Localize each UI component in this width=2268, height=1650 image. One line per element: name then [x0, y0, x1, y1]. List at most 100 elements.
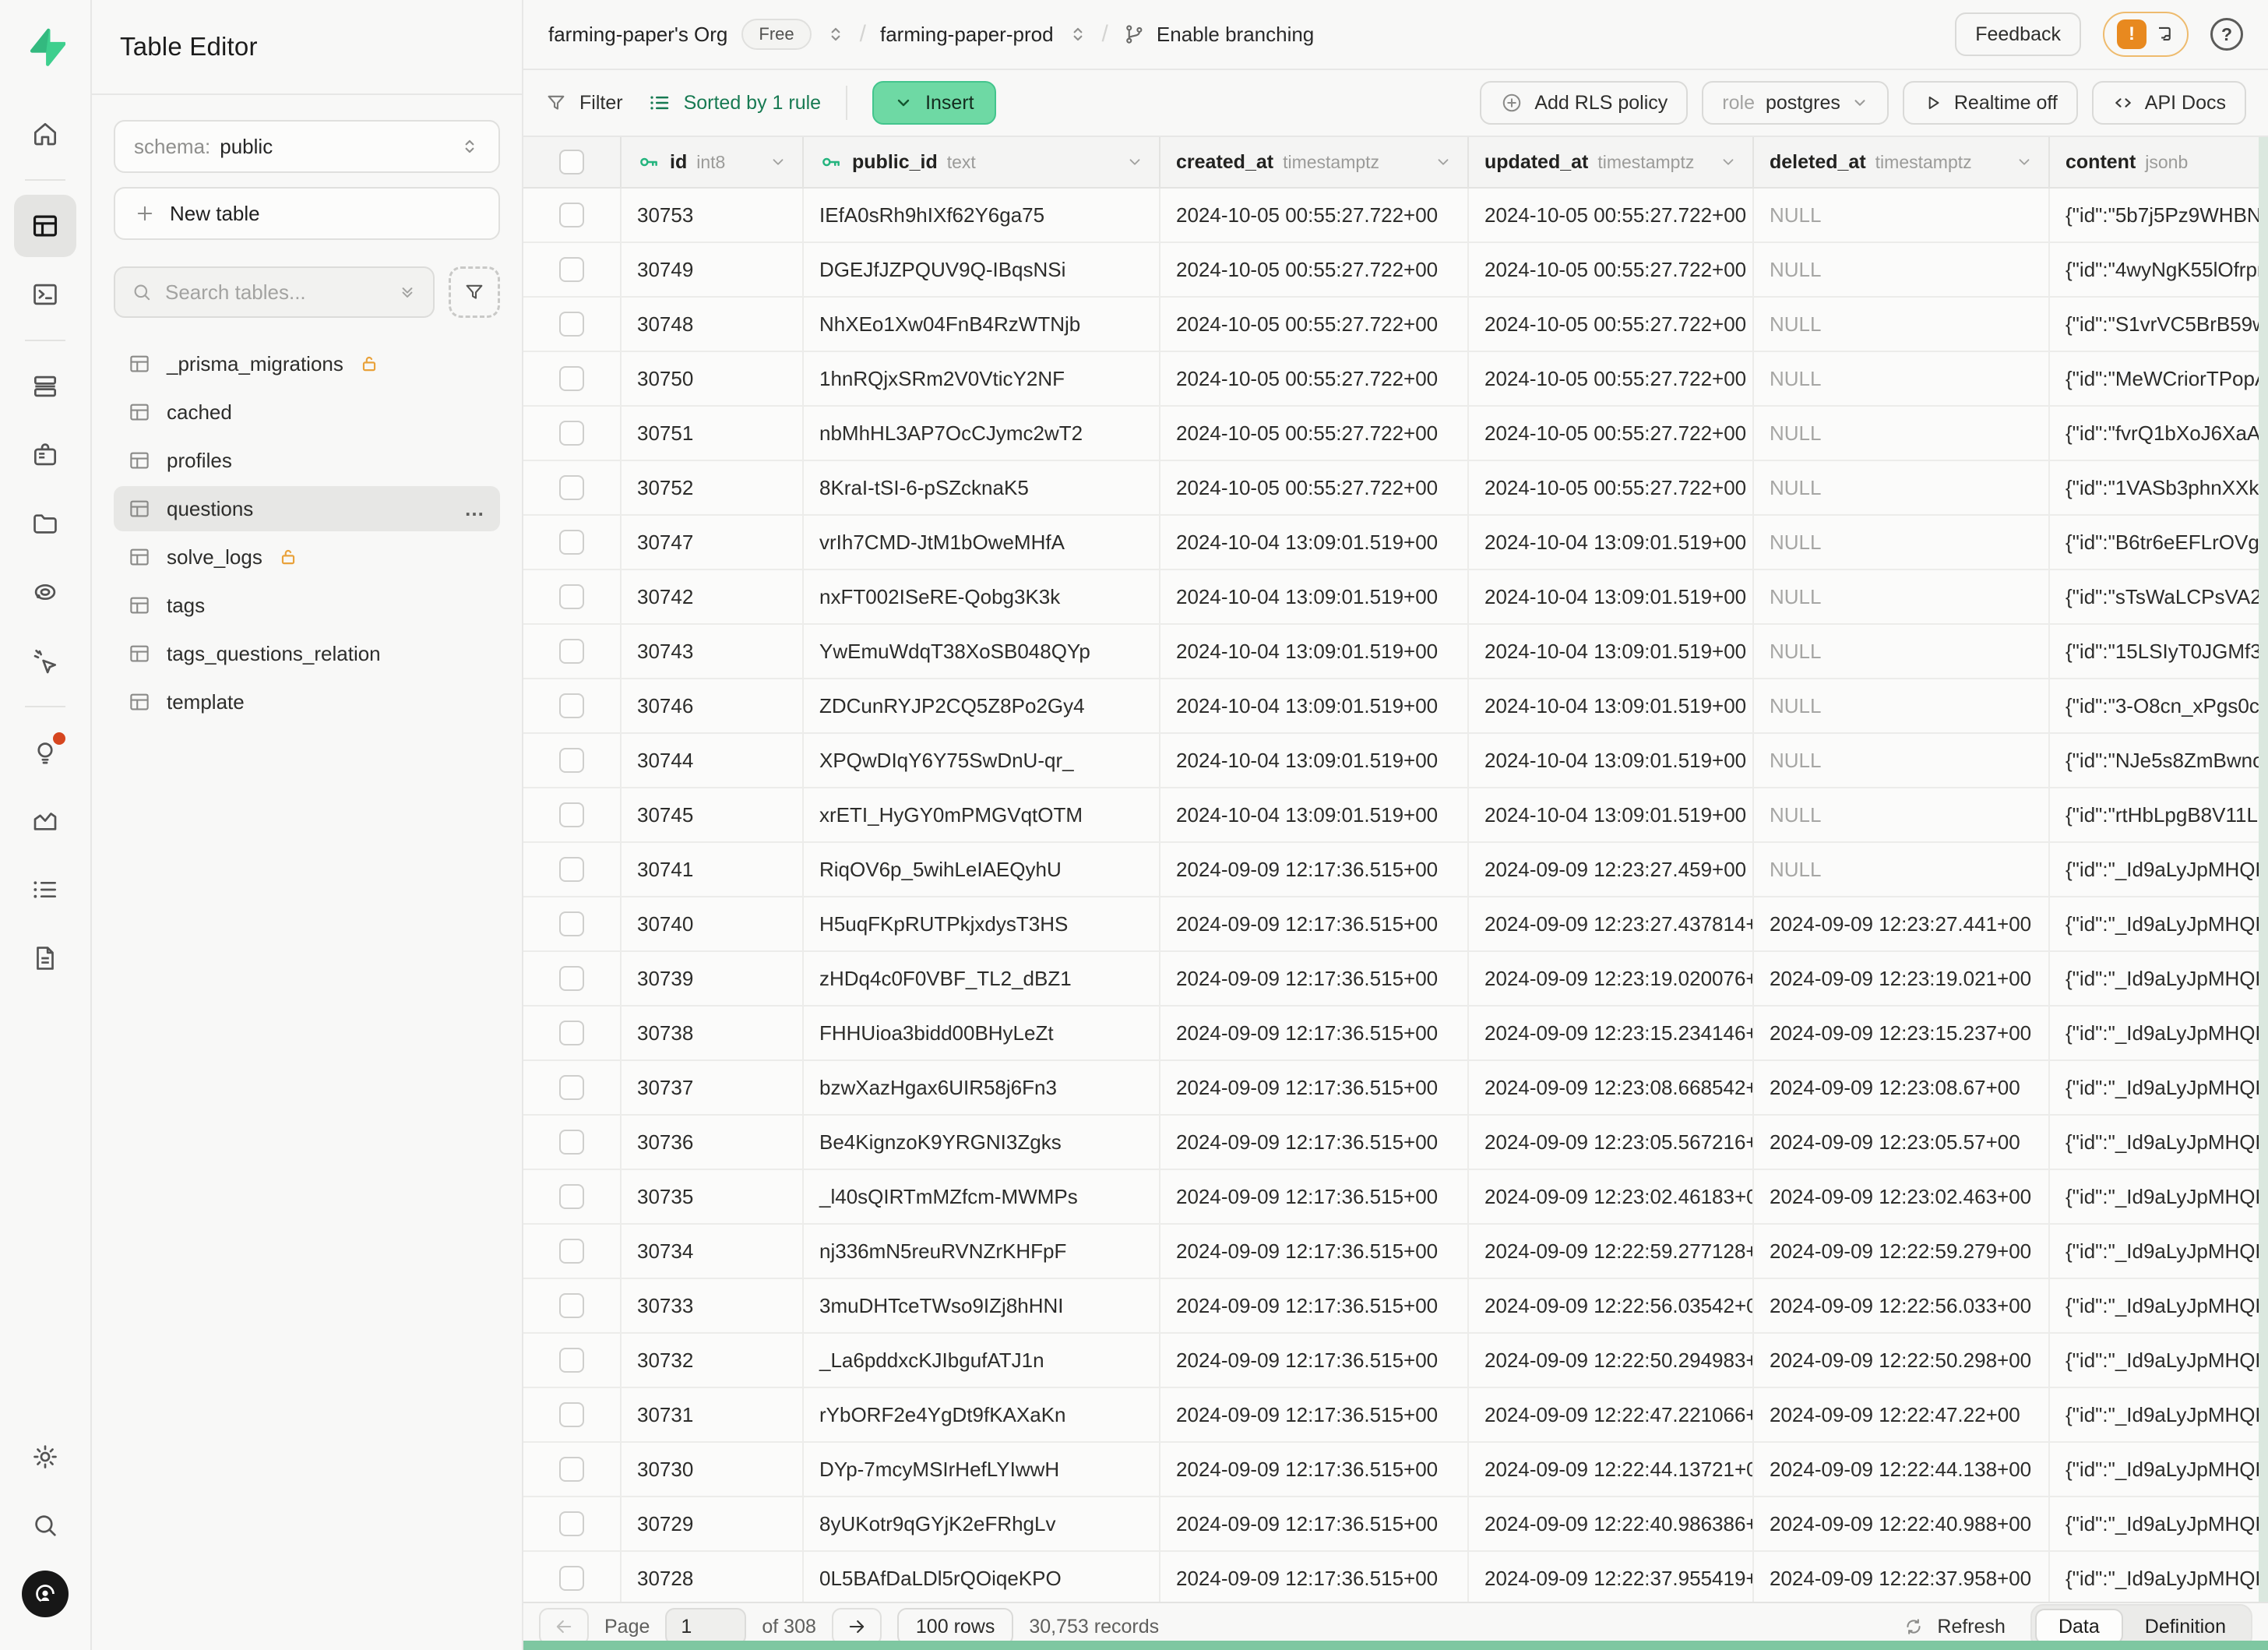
enable-branching-button[interactable]: Enable branching: [1122, 23, 1314, 47]
sidebar-table-item[interactable]: profiles: [114, 438, 500, 483]
cell-id[interactable]: 30752: [622, 461, 804, 514]
cell-content[interactable]: {"id":"_Id9aLyJpMHQLaiQC: [2050, 1552, 2268, 1602]
cell-content[interactable]: {"id":"4wyNgK55lOfrpmYZo: [2050, 243, 2268, 296]
cell-content[interactable]: {"id":"15LSIyT0JGMf3Kl4Vn: [2050, 625, 2268, 678]
cell-id[interactable]: 30735: [622, 1170, 804, 1223]
row-select-cell[interactable]: [523, 1061, 622, 1114]
cell-content[interactable]: {"id":"S1vrVC5BrB59wqcM4: [2050, 298, 2268, 351]
row-checkbox[interactable]: [559, 1130, 584, 1155]
cell-updated-at[interactable]: 2024-09-09 12:23:27.459+00: [1469, 843, 1754, 896]
cell-content[interactable]: {"id":"_Id9aLyJpMHQLaiQC: [2050, 1497, 2268, 1550]
chevron-up-down-icon[interactable]: [826, 24, 846, 44]
cell-updated-at[interactable]: 2024-09-09 12:22:59.277128+00: [1469, 1225, 1754, 1278]
cell-created-at[interactable]: 2024-10-04 13:09:01.519+00: [1160, 788, 1469, 841]
sidebar-table-item[interactable]: questions…: [114, 486, 500, 531]
table-options-icon[interactable]: …: [464, 497, 486, 521]
cell-id[interactable]: 30744: [622, 734, 804, 787]
row-checkbox[interactable]: [559, 748, 584, 773]
cell-updated-at[interactable]: 2024-10-04 13:09:01.519+00: [1469, 516, 1754, 569]
cell-deleted-at[interactable]: 2024-09-09 12:22:50.298+00: [1754, 1334, 2050, 1387]
cell-created-at[interactable]: 2024-10-05 00:55:27.722+00: [1160, 461, 1469, 514]
row-checkbox[interactable]: [559, 1348, 584, 1373]
cell-deleted-at[interactable]: NULL: [1754, 843, 2050, 896]
row-checkbox[interactable]: [559, 1293, 584, 1318]
row-select-cell[interactable]: [523, 1388, 622, 1441]
cell-id[interactable]: 30740: [622, 897, 804, 950]
cell-content[interactable]: {"id":"sTsWaLCPsVA2WuK2: [2050, 570, 2268, 623]
cell-content[interactable]: {"id":"B6tr6eEFLrOVgeUmH: [2050, 516, 2268, 569]
cell-updated-at[interactable]: 2024-10-04 13:09:01.519+00: [1469, 679, 1754, 732]
cell-content[interactable]: {"id":"NJe5s8ZmBwnoB6e3s: [2050, 734, 2268, 787]
cell-updated-at[interactable]: 2024-10-05 00:55:27.722+00: [1469, 407, 1754, 460]
cell-id[interactable]: 30739: [622, 952, 804, 1005]
cell-created-at[interactable]: 2024-09-09 12:17:36.515+00: [1160, 1552, 1469, 1602]
row-select-cell[interactable]: [523, 1443, 622, 1496]
cell-content[interactable]: {"id":"_Id9aLyJpMHQLaiQC: [2050, 1061, 2268, 1114]
cell-updated-at[interactable]: 2024-10-04 13:09:01.519+00: [1469, 788, 1754, 841]
schema-select[interactable]: schema: public: [114, 120, 500, 173]
vertical-scrollbar[interactable]: [2259, 137, 2268, 1602]
row-select-cell[interactable]: [523, 788, 622, 841]
cell-public-id[interactable]: bzwXazHgax6UIR58j6Fn3: [804, 1061, 1160, 1114]
cell-id[interactable]: 30730: [622, 1443, 804, 1496]
cell-id[interactable]: 30741: [622, 843, 804, 896]
row-checkbox[interactable]: [559, 1239, 584, 1264]
column-header-id[interactable]: idint8: [622, 137, 804, 187]
cell-public-id[interactable]: RiqOV6p_5wihLeIAEQyhU: [804, 843, 1160, 896]
refresh-button[interactable]: Refresh: [1903, 1616, 2006, 1638]
cell-created-at[interactable]: 2024-10-04 13:09:01.519+00: [1160, 679, 1469, 732]
cell-deleted-at[interactable]: 2024-09-09 12:23:15.237+00: [1754, 1007, 2050, 1059]
cell-deleted-at[interactable]: 2024-09-09 12:23:27.441+00: [1754, 897, 2050, 950]
cell-public-id[interactable]: IEfA0sRh9hIXf62Y6ga75: [804, 189, 1160, 242]
cell-public-id[interactable]: vrIh7CMD-JtM1bOweMHfA: [804, 516, 1160, 569]
row-select-cell[interactable]: [523, 570, 622, 623]
row-select-cell[interactable]: [523, 679, 622, 732]
next-page-button[interactable]: [832, 1608, 882, 1645]
cell-public-id[interactable]: NhXEo1Xw04FnB4RzWTNjb: [804, 298, 1160, 351]
cell-deleted-at[interactable]: NULL: [1754, 788, 2050, 841]
cell-created-at[interactable]: 2024-09-09 12:17:36.515+00: [1160, 1170, 1469, 1223]
row-checkbox[interactable]: [559, 584, 584, 609]
cell-deleted-at[interactable]: NULL: [1754, 516, 2050, 569]
reports-icon[interactable]: [14, 790, 76, 852]
row-select-cell[interactable]: [523, 843, 622, 896]
cell-content[interactable]: {"id":"_Id9aLyJpMHQLaiQC: [2050, 843, 2268, 896]
cell-id[interactable]: 30734: [622, 1225, 804, 1278]
cell-public-id[interactable]: _La6pddxcKJIbgufATJ1n: [804, 1334, 1160, 1387]
cell-id[interactable]: 30742: [622, 570, 804, 623]
cell-content[interactable]: {"id":"_Id9aLyJpMHQLaiQC: [2050, 1116, 2268, 1169]
cell-updated-at[interactable]: 2024-10-04 13:09:01.519+00: [1469, 625, 1754, 678]
row-checkbox[interactable]: [559, 203, 584, 227]
cell-public-id[interactable]: rYbORF2e4YgDt9fKAXaKn: [804, 1388, 1160, 1441]
breadcrumb-project[interactable]: farming-paper-prod: [880, 23, 1054, 47]
cell-public-id[interactable]: 8KraI-tSI-6-pSZcknaK5: [804, 461, 1160, 514]
row-select-cell[interactable]: [523, 407, 622, 460]
cell-public-id[interactable]: DYp-7mcyMSIrHefLYIwwH: [804, 1443, 1160, 1496]
cell-id[interactable]: 30745: [622, 788, 804, 841]
sidebar-table-item[interactable]: tags_questions_relation: [114, 631, 500, 676]
cell-updated-at[interactable]: 2024-09-09 12:23:02.46183+00: [1469, 1170, 1754, 1223]
row-checkbox[interactable]: [559, 966, 584, 991]
row-checkbox[interactable]: [559, 421, 584, 446]
cell-updated-at[interactable]: 2024-10-05 00:55:27.722+00: [1469, 189, 1754, 242]
filter-button[interactable]: Filter: [545, 92, 623, 115]
cell-id[interactable]: 30750: [622, 352, 804, 405]
cell-deleted-at[interactable]: 2024-09-09 12:22:40.988+00: [1754, 1497, 2050, 1550]
row-select-cell[interactable]: [523, 1225, 622, 1278]
row-select-cell[interactable]: [523, 1007, 622, 1059]
row-checkbox[interactable]: [559, 1511, 584, 1536]
cell-updated-at[interactable]: 2024-09-09 12:23:15.234146+00: [1469, 1007, 1754, 1059]
cell-created-at[interactable]: 2024-09-09 12:17:36.515+00: [1160, 1225, 1469, 1278]
cell-content[interactable]: {"id":"MeWCriorTPopA4Kc9: [2050, 352, 2268, 405]
row-checkbox[interactable]: [559, 1184, 584, 1209]
row-select-cell[interactable]: [523, 1279, 622, 1332]
cell-deleted-at[interactable]: NULL: [1754, 679, 2050, 732]
cell-content[interactable]: {"id":"_Id9aLyJpMHQLaiQC: [2050, 1170, 2268, 1223]
cell-public-id[interactable]: H5uqFKpRUTPkjxdysT3HS: [804, 897, 1160, 950]
cell-id[interactable]: 30729: [622, 1497, 804, 1550]
cell-id[interactable]: 30736: [622, 1116, 804, 1169]
cell-deleted-at[interactable]: NULL: [1754, 461, 2050, 514]
cell-public-id[interactable]: zHDq4c0F0VBF_TL2_dBZ1: [804, 952, 1160, 1005]
row-checkbox[interactable]: [559, 475, 584, 500]
cell-deleted-at[interactable]: 2024-09-09 12:22:47.22+00: [1754, 1388, 2050, 1441]
